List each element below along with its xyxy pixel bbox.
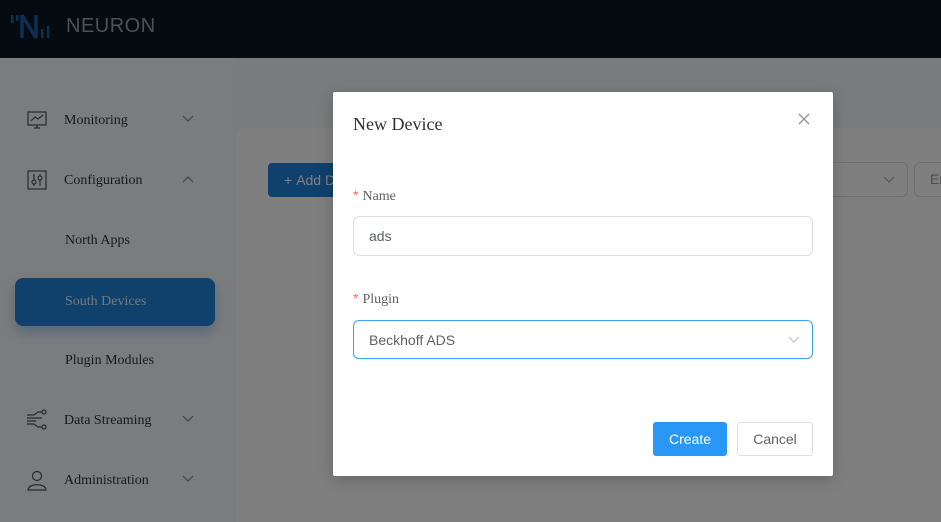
name-label-text: Name — [362, 189, 396, 204]
required-mark: * — [353, 290, 359, 306]
name-label: * Name — [353, 187, 396, 205]
new-device-dialog: New Device *Name *Plugin Beckhoff ADS Cr… — [333, 92, 833, 476]
plugin-label: * Plugin — [353, 290, 399, 308]
cancel-button[interactable]: Cancel — [737, 422, 813, 456]
required-mark: * — [353, 187, 359, 203]
chevron-down-icon — [788, 336, 800, 343]
plugin-select-value: Beckhoff ADS — [369, 332, 456, 348]
create-button[interactable]: Create — [653, 422, 727, 456]
plugin-label-text: Plugin — [362, 292, 400, 307]
dialog-title: New Device — [353, 114, 443, 134]
name-input[interactable] — [353, 216, 813, 256]
plugin-select[interactable]: Beckhoff ADS — [353, 320, 813, 359]
close-icon[interactable] — [797, 112, 811, 126]
